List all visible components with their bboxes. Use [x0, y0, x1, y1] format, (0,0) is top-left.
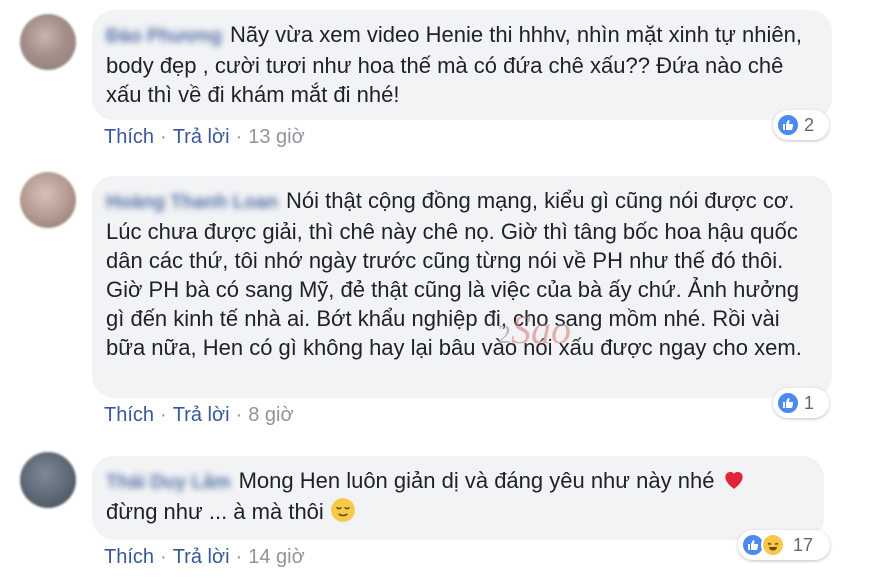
reaction-summary[interactable]: 2 — [773, 110, 829, 140]
separator-dot: · — [235, 126, 243, 148]
comment-author[interactable]: Đào Phương — [106, 22, 222, 51]
reaction-count: 17 — [793, 534, 814, 555]
reaction-summary[interactable]: 17 — [738, 530, 830, 560]
comment-time[interactable]: 13 giờ — [248, 126, 304, 148]
watermark-brand: Sao — [511, 307, 571, 352]
comment-text-line2: đừng như ... à mà thôi — [106, 499, 324, 524]
reply-link[interactable]: Trả lời — [173, 404, 230, 426]
watermark-logo: 2Sao — [498, 306, 571, 353]
comment-time[interactable]: 14 giờ — [248, 546, 304, 568]
heart-icon — [721, 466, 747, 492]
separator-dot: · — [160, 404, 167, 426]
like-icon — [776, 391, 800, 415]
comment-bubble: Hoàng Thanh Loan Nói thật cộng đồng mạng,… — [92, 176, 832, 398]
separator-dot: · — [235, 546, 243, 568]
reaction-count: 1 — [804, 392, 815, 413]
comment-author[interactable]: Hoàng Thanh Loan — [106, 188, 278, 217]
like-link[interactable]: Thích — [104, 126, 154, 148]
reply-link[interactable]: Trả lời — [173, 546, 230, 568]
comment-bubble: Đào Phương Nãy vừa xem video Henie thi hh… — [92, 10, 832, 120]
comment-author[interactable]: Thái Duy Lâm — [106, 468, 231, 497]
avatar[interactable] — [20, 14, 76, 70]
reply-link[interactable]: Trả lời — [173, 126, 230, 148]
separator-dot: · — [160, 546, 167, 568]
watermark-number: 2 — [498, 320, 511, 349]
like-link[interactable]: Thích — [104, 546, 154, 568]
comment-time[interactable]: 8 giờ — [248, 404, 293, 426]
comment-actions: Thích · Trả lời · 8 giờ — [104, 404, 294, 427]
like-link[interactable]: Thích — [104, 404, 154, 426]
haha-icon — [761, 533, 785, 557]
avatar[interactable] — [20, 452, 76, 508]
comment-bubble: Thái Duy Lâm Mong Hen luôn giản dị và đán… — [92, 456, 824, 540]
reaction-count: 2 — [804, 114, 815, 135]
separator-dot: · — [160, 126, 167, 148]
comment-actions: Thích · Trả lời · 13 giờ — [104, 126, 305, 149]
like-icon — [776, 113, 800, 137]
comment-actions: Thích · Trả lời · 14 giờ — [104, 546, 305, 569]
reaction-summary[interactable]: 1 — [773, 388, 829, 418]
avatar[interactable] — [20, 172, 76, 228]
relieved-face-icon — [330, 497, 356, 523]
separator-dot: · — [235, 404, 243, 426]
comment-text: Mong Hen luôn giản dị và đáng yêu như nà… — [238, 468, 715, 493]
